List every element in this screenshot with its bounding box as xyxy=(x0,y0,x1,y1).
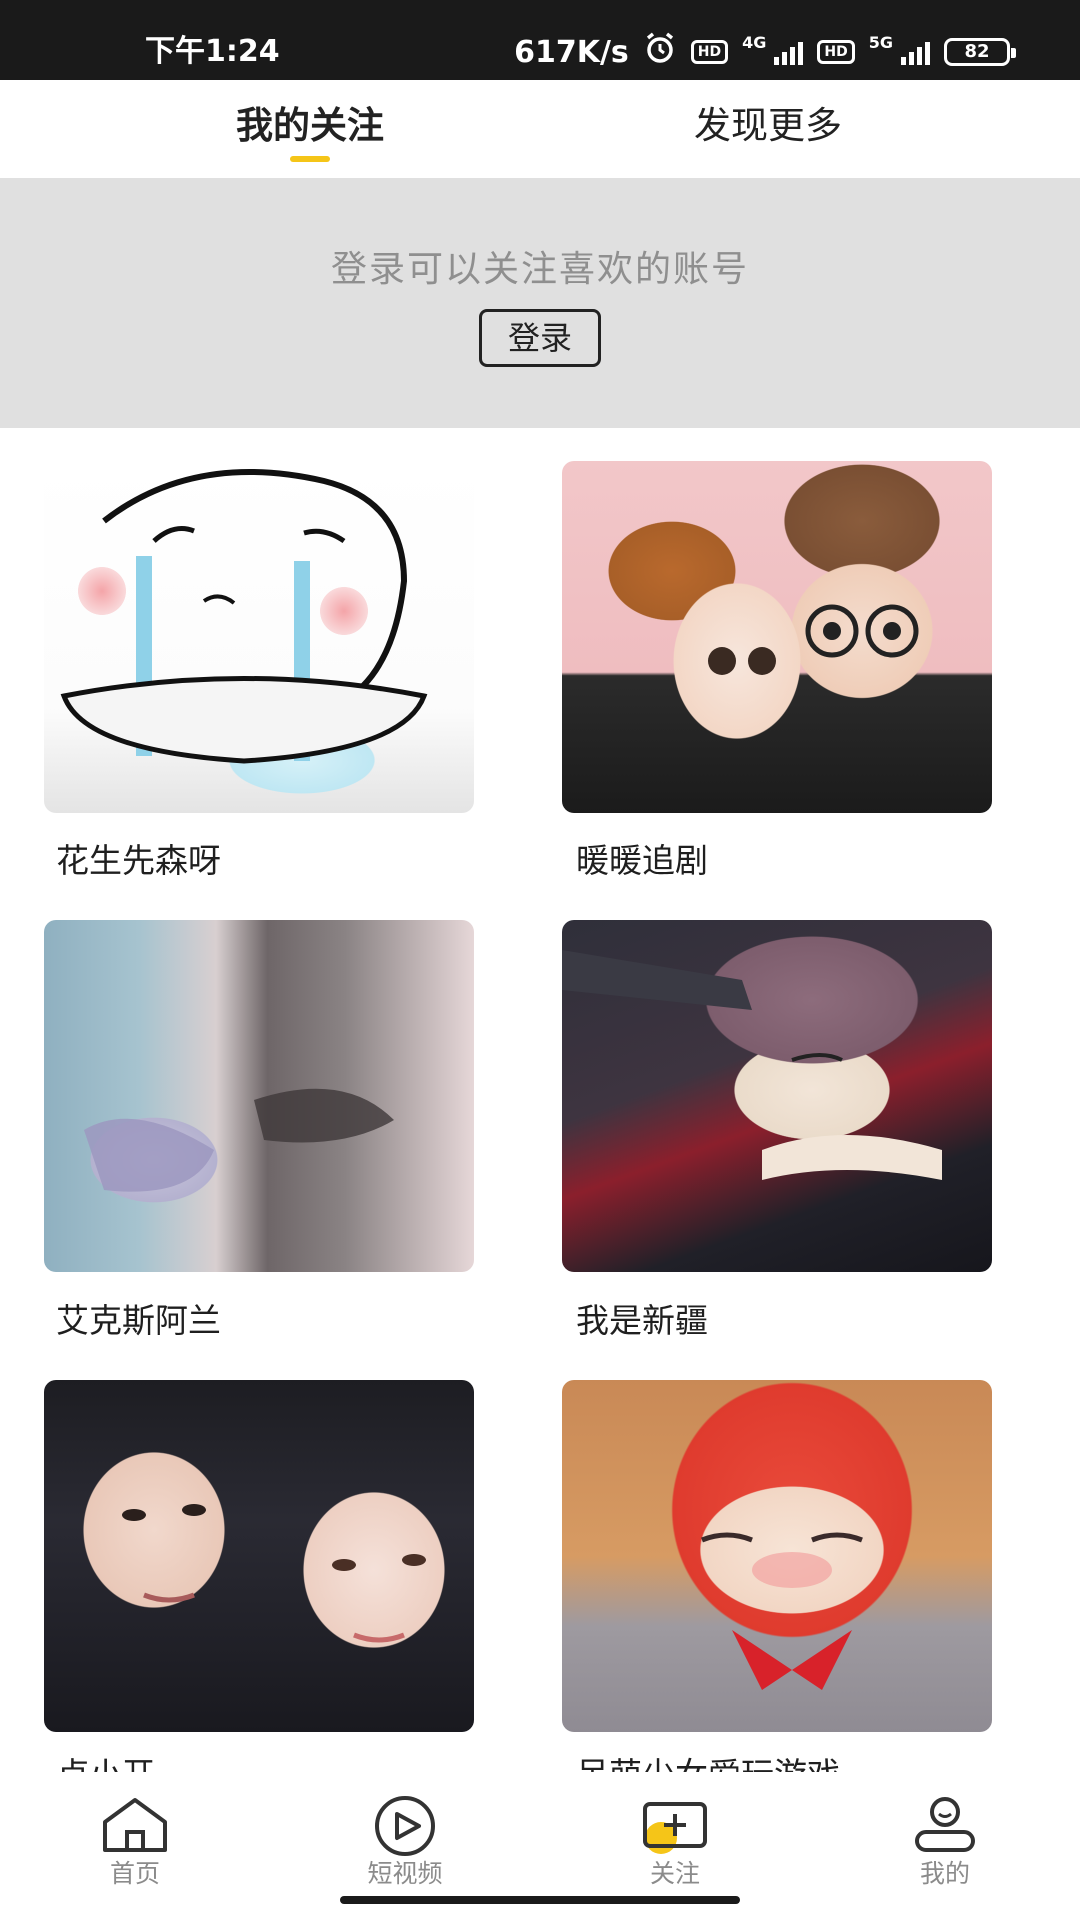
cartoon-couple-avatar xyxy=(708,604,919,675)
account-name[interactable]: 花生先森呀 xyxy=(56,838,221,884)
account-name[interactable]: 呆萌少女爱玩游戏 xyxy=(576,1752,840,1772)
account-name[interactable]: 暖暖追剧 xyxy=(576,838,708,884)
account-name[interactable]: 我是新疆 xyxy=(576,1298,708,1344)
battery-icon: 82 xyxy=(944,38,1016,66)
account-avatar-3[interactable] xyxy=(44,920,474,1272)
tab-my-follows[interactable]: 我的关注 xyxy=(180,80,440,178)
nav-label: 首页 xyxy=(109,1859,160,1888)
profile-icon xyxy=(845,1794,1045,1856)
legs-photo-avatar xyxy=(84,1088,394,1192)
network-speed: 617K/s xyxy=(514,34,629,70)
account-avatar-1[interactable] xyxy=(44,461,474,813)
anime-girl-avatar xyxy=(701,1532,863,1690)
nav-profile[interactable]: 我的 xyxy=(845,1774,1045,1894)
nav-short-video[interactable]: 短视频 xyxy=(305,1774,505,1894)
signal-icon xyxy=(901,39,930,65)
signal-icon xyxy=(774,39,804,65)
couple-photo-avatar xyxy=(122,1504,426,1643)
login-banner: 登录可以关注喜欢的账号 登录 xyxy=(0,178,1080,428)
nav-label: 短视频 xyxy=(367,1859,443,1888)
tab-discover-more[interactable]: 发现更多 xyxy=(638,80,898,178)
anime-boy-avatar xyxy=(562,950,942,1180)
alarm-icon xyxy=(643,31,677,73)
hd-badge: HD xyxy=(690,40,729,64)
nav-label: 关注 xyxy=(649,1859,700,1888)
nav-home[interactable]: 首页 xyxy=(35,1774,235,1894)
hd-badge: HD xyxy=(817,40,855,64)
network-type: 5G xyxy=(868,32,893,52)
nav-follow[interactable]: 关注 xyxy=(575,1774,775,1894)
account-avatar-2[interactable] xyxy=(562,461,992,813)
top-tabs: 我的关注 发现更多 xyxy=(0,80,1080,178)
status-icons: 617K/s HD 4G HD 5G 82 xyxy=(514,0,1016,80)
crying-cartoon-avatar xyxy=(60,469,428,764)
account-name[interactable]: 卢小开 xyxy=(56,1752,155,1772)
login-button[interactable]: 登录 xyxy=(479,309,601,367)
follow-add-icon xyxy=(575,1794,775,1856)
login-prompt: 登录可以关注喜欢的账号 xyxy=(330,249,749,290)
status-bar: 下午1:24 617K/s HD 4G HD 5G 82 xyxy=(0,0,1080,80)
home-indicator[interactable] xyxy=(340,1896,740,1904)
nav-label: 我的 xyxy=(919,1859,970,1888)
account-avatar-4[interactable] xyxy=(562,920,992,1272)
account-avatar-5[interactable] xyxy=(44,1380,474,1732)
play-icon xyxy=(305,1794,505,1856)
tab-indicator xyxy=(290,156,330,162)
account-name[interactable]: 艾克斯阿兰 xyxy=(56,1298,221,1344)
account-avatar-6[interactable] xyxy=(562,1380,992,1732)
home-icon xyxy=(35,1794,235,1856)
network-type: 4G xyxy=(742,32,767,52)
status-time: 下午1:24 xyxy=(145,34,280,69)
